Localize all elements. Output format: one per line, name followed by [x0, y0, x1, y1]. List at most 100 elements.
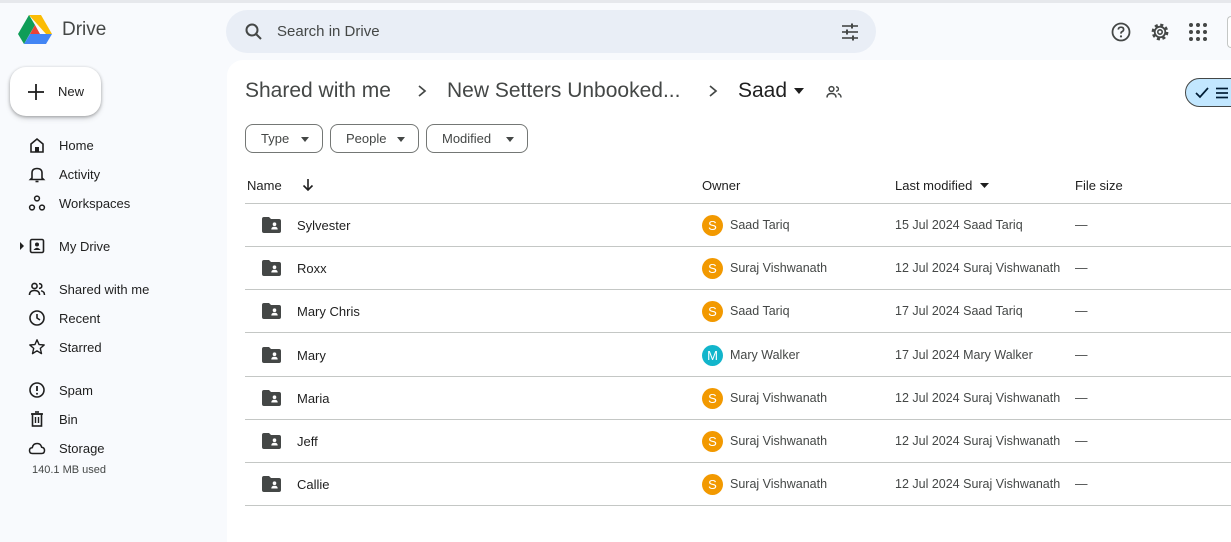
filter-type-label: Type: [261, 131, 290, 146]
apps-grid-icon[interactable]: [1187, 21, 1209, 43]
last-modified: 12 Jul 2024 Suraj Vishwanath: [895, 261, 1061, 276]
table-row[interactable]: Jeff S Suraj Vishwanath 12 Jul 2024 Sura…: [245, 420, 1231, 463]
cloud-icon: [28, 442, 46, 455]
filter-modified-label: Modified: [442, 131, 492, 146]
column-header-name[interactable]: Name: [247, 178, 282, 193]
owner-name: Suraj Vishwanath: [730, 390, 828, 405]
table-row[interactable]: Roxx S Suraj Vishwanath 12 Jul 2024 Sura…: [245, 247, 1231, 291]
spam-icon: [29, 382, 45, 398]
nav-label-home: Home: [59, 137, 94, 153]
shared-folder-icon: [262, 433, 281, 449]
account-button-edge[interactable]: [1227, 16, 1231, 48]
nav-item-workspaces[interactable]: Workspaces: [20, 191, 130, 215]
caret-down-icon: [301, 137, 309, 142]
owner-name: Suraj Vishwanath: [730, 261, 828, 276]
nav-item-home[interactable]: Home: [20, 133, 94, 157]
nav-label-spam: Spam: [59, 382, 93, 398]
shared-folder-icon: [262, 476, 281, 493]
last-modified: 12 Jul 2024 Suraj Vishwanath: [895, 390, 1061, 405]
shared-folder-icon: [262, 303, 281, 320]
file-size: —: [1075, 261, 1088, 276]
search-options-icon[interactable]: [840, 22, 860, 42]
nav-label-bin: Bin: [59, 411, 78, 427]
new-button[interactable]: New: [10, 67, 101, 116]
file-size: —: [1075, 304, 1088, 319]
checkmark-icon: [1195, 86, 1209, 98]
nav-item-bin[interactable]: Bin: [20, 407, 78, 431]
last-modified: 17 Jul 2024 Saad Tariq: [895, 304, 1023, 319]
nav-item-starred[interactable]: Starred: [20, 335, 102, 359]
file-size: —: [1075, 218, 1088, 232]
nav-item-my-drive[interactable]: My Drive: [20, 234, 110, 258]
list-view-toggle[interactable]: [1185, 78, 1231, 107]
column-header-last-modified[interactable]: Last modified: [895, 178, 972, 193]
file-name: Mary: [297, 347, 326, 363]
owner-name: Suraj Vishwanath: [730, 477, 828, 492]
nav-item-storage[interactable]: Storage: [20, 436, 105, 460]
breadcrumb-folder[interactable]: New Setters Unbooked...: [447, 79, 680, 103]
file-size: —: [1075, 347, 1088, 362]
nav-label-workspaces: Workspaces: [59, 195, 131, 211]
file-name: Maria: [297, 390, 330, 406]
search-icon[interactable]: [244, 22, 264, 42]
filter-people-label: People: [346, 131, 387, 146]
file-size: —: [1075, 477, 1088, 492]
table-row[interactable]: Sylvester S Saad Tariq 15 Jul 2024 Saad …: [245, 204, 1231, 247]
file-size: —: [1075, 434, 1088, 448]
shared-folder-people-icon[interactable]: [825, 84, 843, 100]
owner-name: Mary Walker: [730, 347, 800, 362]
nav-label-storage: Storage: [59, 440, 105, 456]
help-icon[interactable]: [1110, 21, 1132, 43]
search-input[interactable]: [277, 23, 817, 40]
table-row[interactable]: Mary Chris S Saad Tariq 17 Jul 2024 Saad…: [245, 290, 1231, 334]
owner-avatar: S: [702, 387, 723, 409]
table-row[interactable]: Maria S Suraj Vishwanath 12 Jul 2024 Sur…: [245, 377, 1231, 420]
chevron-right-icon: [418, 85, 427, 97]
filter-modified-chip[interactable]: Modified: [426, 124, 528, 153]
clock-icon: [29, 310, 45, 326]
file-name: Jeff: [297, 434, 318, 449]
nav-item-spam[interactable]: Spam: [20, 378, 93, 402]
settings-gear-icon[interactable]: [1149, 21, 1171, 43]
filter-people-chip[interactable]: People: [330, 124, 419, 153]
owner-name: Saad Tariq: [730, 218, 790, 232]
workspaces-icon: [28, 195, 46, 211]
nav-label-recent: Recent: [59, 310, 101, 326]
nav-item-activity[interactable]: Activity: [20, 162, 100, 186]
filter-type-chip[interactable]: Type: [245, 124, 323, 153]
caret-down-icon[interactable]: [980, 183, 989, 188]
shared-folder-icon: [262, 217, 281, 233]
nav-label-activity: Activity: [59, 166, 101, 182]
sort-arrow-down-icon[interactable]: [301, 178, 315, 192]
nav-item-shared-with-me[interactable]: Shared with me: [20, 277, 149, 301]
file-name: Callie: [297, 477, 330, 493]
shared-folder-icon: [262, 346, 281, 363]
caret-down-icon[interactable]: [793, 87, 805, 95]
search-bar[interactable]: [226, 10, 876, 53]
chevron-right-icon: [709, 85, 718, 97]
file-name: Roxx: [297, 261, 327, 277]
last-modified: 17 Jul 2024 Mary Walker: [895, 347, 1033, 362]
bell-icon: [28, 167, 46, 183]
owner-avatar: S: [702, 474, 723, 496]
caret-down-icon: [506, 137, 514, 142]
plus-icon: [28, 83, 44, 100]
nav-label-shared-with-me: Shared with me: [59, 281, 150, 297]
owner-name: Suraj Vishwanath: [730, 434, 828, 448]
last-modified: 15 Jul 2024 Saad Tariq: [895, 218, 1023, 232]
nav-item-recent[interactable]: Recent: [20, 306, 100, 330]
star-icon: [29, 339, 45, 355]
table-row[interactable]: Callie S Suraj Vishwanath 12 Jul 2024 Su…: [245, 463, 1231, 507]
owner-name: Saad Tariq: [730, 304, 790, 319]
drive-logo[interactable]: Drive: [18, 15, 106, 45]
column-header-file-size: File size: [1075, 178, 1123, 193]
app-name: Drive: [62, 19, 107, 40]
table-row[interactable]: Mary M Mary Walker 17 Jul 2024 Mary Walk…: [245, 334, 1231, 377]
breadcrumb-current-folder[interactable]: Saad: [738, 79, 787, 103]
breadcrumb-shared-with-me[interactable]: Shared with me: [245, 79, 391, 103]
last-modified: 12 Jul 2024 Suraj Vishwanath: [895, 434, 1061, 448]
column-header-owner: Owner: [702, 178, 741, 193]
caret-down-icon: [397, 137, 405, 142]
drive-logo-icon: [18, 15, 52, 44]
nav-label-my-drive: My Drive: [59, 238, 111, 254]
